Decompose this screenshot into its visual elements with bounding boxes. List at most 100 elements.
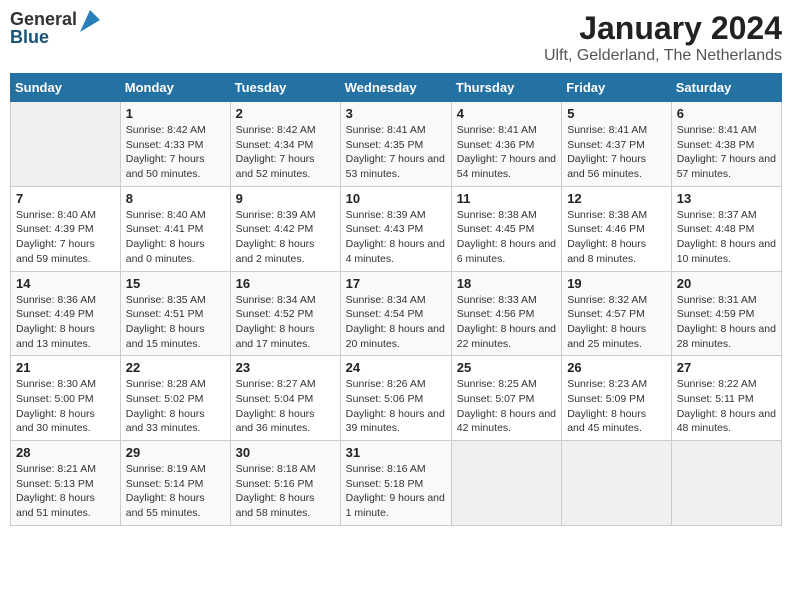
sunrise-text: Sunrise: 8:18 AM <box>236 463 316 475</box>
sunrise-text: Sunrise: 8:26 AM <box>346 378 426 390</box>
calendar-week-row: 7Sunrise: 8:40 AMSunset: 4:39 PMDaylight… <box>11 186 782 271</box>
sunrise-text: Sunrise: 8:16 AM <box>346 463 426 475</box>
day-info: Sunrise: 8:38 AMSunset: 4:45 PMDaylight:… <box>457 208 556 267</box>
daylight-text: Daylight: 8 hours and 55 minutes. <box>126 492 205 519</box>
daylight-text: Daylight: 8 hours and 2 minutes. <box>236 238 315 265</box>
day-number: 9 <box>236 191 335 206</box>
sunrise-text: Sunrise: 8:41 AM <box>677 124 757 136</box>
day-info: Sunrise: 8:41 AMSunset: 4:37 PMDaylight:… <box>567 123 666 182</box>
day-info: Sunrise: 8:38 AMSunset: 4:46 PMDaylight:… <box>567 208 666 267</box>
sunrise-text: Sunrise: 8:23 AM <box>567 378 647 390</box>
daylight-text: Daylight: 7 hours and 53 minutes. <box>346 153 445 180</box>
day-number: 4 <box>457 106 556 121</box>
daylight-text: Daylight: 8 hours and 45 minutes. <box>567 408 646 435</box>
calendar-header-row: Sunday Monday Tuesday Wednesday Thursday… <box>11 74 782 102</box>
day-number: 6 <box>677 106 776 121</box>
sunset-text: Sunset: 4:59 PM <box>677 308 755 320</box>
table-row: 27Sunrise: 8:22 AMSunset: 5:11 PMDayligh… <box>671 356 781 441</box>
day-number: 7 <box>16 191 115 206</box>
day-number: 18 <box>457 276 556 291</box>
sunrise-text: Sunrise: 8:42 AM <box>236 124 316 136</box>
sunset-text: Sunset: 4:33 PM <box>126 139 204 151</box>
daylight-text: Daylight: 7 hours and 59 minutes. <box>16 238 95 265</box>
day-number: 30 <box>236 445 335 460</box>
logo-blue: Blue <box>10 28 77 46</box>
table-row: 1 Sunrise: 8:42 AMSunset: 4:33 PMDaylight… <box>120 102 230 187</box>
sunset-text: Sunset: 4:46 PM <box>567 223 645 235</box>
day-info: Sunrise: 8:30 AM Sunset: 5:00 PM Daylight:… <box>16 377 115 436</box>
daylight-text: Daylight: 8 hours and 39 minutes. <box>346 408 445 435</box>
daylight-text: Daylight: 8 hours and 42 minutes. <box>457 408 556 435</box>
table-row: 19Sunrise: 8:32 AMSunset: 4:57 PMDayligh… <box>562 271 672 356</box>
table-row: 18Sunrise: 8:33 AMSunset: 4:56 PMDayligh… <box>451 271 561 356</box>
daylight-text: Daylight: 8 hours and 28 minutes. <box>677 323 776 350</box>
sunset-text: Sunset: 4:56 PM <box>457 308 535 320</box>
sunrise-text: Sunrise: 8:38 AM <box>457 209 537 221</box>
sunset-text: Sunset: 4:51 PM <box>126 308 204 320</box>
day-number: 10 <box>346 191 446 206</box>
day-number: 8 <box>126 191 225 206</box>
day-number: 1 <box>126 106 225 121</box>
day-number: 3 <box>346 106 446 121</box>
day-number: 27 <box>677 360 776 375</box>
daylight-text: Daylight: 7 hours and 54 minutes. <box>457 153 556 180</box>
header-saturday: Saturday <box>671 74 781 102</box>
daylight-text: Daylight: 8 hours and 15 minutes. <box>126 323 205 350</box>
day-info: Sunrise: 8:41 AMSunset: 4:35 PMDaylight:… <box>346 123 446 182</box>
sunset-text: Sunset: 4:45 PM <box>457 223 535 235</box>
table-row: 25 Sunrise: 8:25 AMSunset: 5:07 PMDayligh… <box>451 356 561 441</box>
table-row: 4 Sunrise: 8:41 AMSunset: 4:36 PMDaylight… <box>451 102 561 187</box>
day-info: Sunrise: 8:25 AMSunset: 5:07 PMDaylight:… <box>457 377 556 436</box>
day-number: 19 <box>567 276 666 291</box>
day-info: Sunrise: 8:34 AMSunset: 4:52 PMDaylight:… <box>236 293 335 352</box>
table-row: 22Sunrise: 8:28 AMSunset: 5:02 PMDayligh… <box>120 356 230 441</box>
daylight-text: Daylight: 8 hours and 51 minutes. <box>16 492 95 519</box>
daylight-text: Daylight: 9 hours and 1 minute. <box>346 492 445 519</box>
day-info: Sunrise: 8:18 AMSunset: 5:16 PMDaylight:… <box>236 462 335 521</box>
sunset-text: Sunset: 5:09 PM <box>567 393 645 405</box>
daylight-text: Daylight: 8 hours and 13 minutes. <box>16 323 95 350</box>
logo-triangle-icon <box>80 10 100 37</box>
sunset-text: Sunset: 4:43 PM <box>346 223 424 235</box>
day-number: 25 <box>457 360 556 375</box>
table-row: 23Sunrise: 8:27 AMSunset: 5:04 PMDayligh… <box>230 356 340 441</box>
daylight-text: Daylight: 7 hours and 50 minutes. <box>126 153 205 180</box>
sunrise-text: Sunrise: 8:30 AM <box>16 378 96 390</box>
day-number: 17 <box>346 276 446 291</box>
day-info: Sunrise: 8:27 AMSunset: 5:04 PMDaylight:… <box>236 377 335 436</box>
table-row <box>671 441 781 526</box>
daylight-text: Daylight: 8 hours and 33 minutes. <box>126 408 205 435</box>
sunrise-text: Sunrise: 8:34 AM <box>346 294 426 306</box>
sunset-text: Sunset: 5:00 PM <box>16 393 94 405</box>
day-info: Sunrise: 8:41 AMSunset: 4:36 PMDaylight:… <box>457 123 556 182</box>
table-row: 12Sunrise: 8:38 AMSunset: 4:46 PMDayligh… <box>562 186 672 271</box>
day-info: Sunrise: 8:31 AMSunset: 4:59 PMDaylight:… <box>677 293 776 352</box>
daylight-text: Daylight: 8 hours and 30 minutes. <box>16 408 95 435</box>
daylight-text: Daylight: 8 hours and 36 minutes. <box>236 408 315 435</box>
day-info: Sunrise: 8:39 AMSunset: 4:43 PMDaylight:… <box>346 208 446 267</box>
sunrise-text: Sunrise: 8:40 AM <box>16 209 96 221</box>
calendar-table: Sunday Monday Tuesday Wednesday Thursday… <box>10 73 782 526</box>
sunset-text: Sunset: 5:13 PM <box>16 478 94 490</box>
header-wednesday: Wednesday <box>340 74 451 102</box>
calendar-week-row: 21 Sunrise: 8:30 AM Sunset: 5:00 PM Dayligh… <box>11 356 782 441</box>
sunrise-text: Sunrise: 8:38 AM <box>567 209 647 221</box>
daylight-text: Daylight: 8 hours and 22 minutes. <box>457 323 556 350</box>
day-info: Sunrise: 8:42 AMSunset: 4:33 PMDaylight:… <box>126 123 225 182</box>
day-number: 2 <box>236 106 335 121</box>
calendar-week-row: 28Sunrise: 8:21 AMSunset: 5:13 PMDayligh… <box>11 441 782 526</box>
day-number: 21 <box>16 360 115 375</box>
day-info: Sunrise: 8:19 AMSunset: 5:14 PMDaylight:… <box>126 462 225 521</box>
table-row: 21 Sunrise: 8:30 AM Sunset: 5:00 PM Dayligh… <box>11 356 121 441</box>
calendar-week-row: 1Sunrise: 8:42 AMSunset: 4:33 PMDaylight… <box>11 102 782 187</box>
table-row: 8Sunrise: 8:40 AMSunset: 4:41 PMDaylight… <box>120 186 230 271</box>
logo: General Blue <box>10 10 100 46</box>
table-row: 16Sunrise: 8:34 AMSunset: 4:52 PMDayligh… <box>230 271 340 356</box>
day-number: 31 <box>346 445 446 460</box>
day-number: 14 <box>16 276 115 291</box>
day-info: Sunrise: 8:28 AMSunset: 5:02 PMDaylight:… <box>126 377 225 436</box>
table-row: 29Sunrise: 8:19 AMSunset: 5:14 PMDayligh… <box>120 441 230 526</box>
page-header: General Blue January 2024 Ulft, Gelderla… <box>10 10 782 65</box>
day-number: 11 <box>457 191 556 206</box>
day-info: Sunrise: 8:39 AMSunset: 4:42 PMDaylight:… <box>236 208 335 267</box>
